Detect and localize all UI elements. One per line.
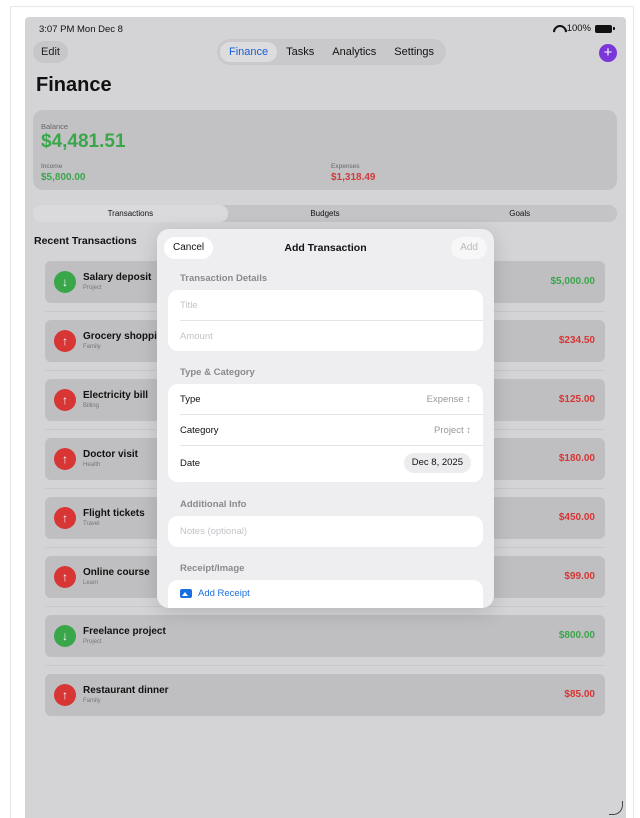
notes-field[interactable]: Notes (optional) [180, 516, 471, 546]
add-button[interactable]: + [599, 44, 617, 62]
transaction-category: Learn [83, 580, 99, 586]
row-divider [180, 445, 483, 446]
transaction-amount: $180.00 [558, 453, 595, 464]
transaction-title: Freelance project [83, 626, 166, 637]
resize-handle[interactable] [609, 801, 623, 815]
transaction-amount: $99.00 [564, 571, 595, 582]
additional-info-header: Additional Info [180, 499, 247, 510]
category-label: Category [180, 425, 219, 436]
battery-icon [595, 24, 615, 33]
transaction-category: Health [83, 462, 101, 468]
add-receipt-button[interactable]: Add Receipt [180, 588, 250, 599]
arrow-up-icon: ↑ [54, 389, 76, 411]
transaction-amount: $125.00 [558, 394, 595, 405]
transaction-title: Salary deposit [83, 272, 152, 283]
receipt-group: Add Receipt [168, 580, 483, 608]
battery-percent: 100% [566, 23, 591, 34]
transaction-title: Online course [83, 567, 150, 578]
table-row[interactable]: ↑ Restaurant dinner Family $85.00 [45, 674, 605, 716]
segment-transactions[interactable]: Transactions [33, 205, 228, 222]
section-segmented-control: Transactions Budgets Goals [33, 205, 617, 222]
add-receipt-label: Add Receipt [198, 588, 250, 599]
arrow-up-icon: ↑ [54, 507, 76, 529]
status-time: 3:07 PM Mon Dec 8 [39, 24, 123, 35]
transaction-category: Project [83, 285, 102, 291]
amount-field[interactable]: Amount [180, 321, 471, 351]
date-picker[interactable]: Dec 8, 2025 [403, 453, 471, 473]
date-row: Date Dec 8, 2025 [180, 448, 471, 478]
transaction-amount: $234.50 [558, 335, 595, 346]
top-tab-bar: Finance Tasks Analytics Settings [217, 39, 447, 65]
balance-label: Balance [41, 122, 69, 131]
sheet-title: Add Transaction [284, 242, 367, 254]
transaction-amount: $85.00 [564, 689, 595, 700]
add-transaction-sheet: Cancel Add Transaction Add Transaction D… [157, 229, 494, 608]
edit-button[interactable]: Edit [33, 41, 68, 63]
add-transaction-button[interactable]: Add [451, 237, 487, 259]
type-picker-row[interactable]: Type Expense ↕ [180, 384, 471, 414]
category-picker[interactable]: Project ↕ [434, 425, 471, 436]
recent-transactions-title: Recent Transactions [34, 235, 137, 247]
tab-analytics[interactable]: Analytics [323, 42, 385, 62]
transaction-details-header: Transaction Details [180, 273, 268, 284]
transaction-details-group: Title Amount [168, 290, 483, 351]
type-picker[interactable]: Expense ↕ [427, 394, 471, 405]
balance-card: Balance $4,481.51 Income $5,800.00 Expen… [33, 110, 617, 190]
transaction-title: Electricity bill [83, 390, 149, 401]
tab-finance[interactable]: Finance [220, 42, 278, 62]
type-category-header: Type & Category [180, 367, 255, 378]
transaction-category: Travel [83, 521, 100, 527]
tab-settings[interactable]: Settings [385, 42, 443, 62]
transaction-category: Family [83, 344, 101, 350]
row-divider [45, 665, 605, 666]
transaction-category: Project [83, 639, 102, 645]
segment-goals[interactable]: Goals [422, 205, 617, 222]
category-picker-row[interactable]: Category Project ↕ [180, 415, 471, 445]
status-indicators: 100% [553, 23, 615, 34]
tab-tasks[interactable]: Tasks [277, 42, 323, 62]
arrow-up-icon: ↑ [54, 448, 76, 470]
title-input[interactable]: Title [180, 300, 198, 311]
expenses-label: Expenses [331, 163, 360, 170]
expenses-value: $1,318.49 [331, 172, 376, 183]
transaction-title: Flight tickets [83, 508, 145, 519]
additional-info-group: Notes (optional) [168, 516, 483, 547]
transaction-category: Family [83, 698, 101, 704]
photo-icon [180, 589, 192, 598]
date-label: Date [180, 458, 201, 469]
notes-input[interactable]: Notes (optional) [180, 526, 247, 537]
transaction-amount: $450.00 [558, 512, 595, 523]
page-title: Finance [36, 74, 112, 96]
transaction-category: Billing [83, 403, 100, 409]
segment-budgets[interactable]: Budgets [228, 205, 423, 222]
table-row[interactable]: ↓ Freelance project Project $800.00 [45, 615, 605, 657]
balance-value: $4,481.51 [41, 131, 126, 152]
transaction-amount: $800.00 [558, 630, 595, 641]
transaction-title: Restaurant dinner [83, 685, 169, 696]
type-category-group: Type Expense ↕ Category Project ↕ Date D… [168, 384, 483, 482]
arrow-up-icon: ↑ [54, 566, 76, 588]
amount-input[interactable]: Amount [180, 331, 213, 342]
arrow-up-icon: ↑ [54, 330, 76, 352]
income-value: $5,800.00 [41, 172, 86, 183]
receipt-header: Receipt/Image [180, 563, 245, 574]
type-label: Type [180, 394, 201, 405]
income-label: Income [41, 163, 63, 170]
status-bar: 3:07 PM Mon Dec 8 100% [25, 17, 626, 39]
arrow-down-icon: ↓ [54, 271, 76, 293]
transaction-title: Doctor visit [83, 449, 139, 460]
arrow-up-icon: ↑ [54, 684, 76, 706]
wifi-icon [553, 25, 563, 33]
arrow-down-icon: ↓ [54, 625, 76, 647]
title-field[interactable]: Title [180, 290, 471, 320]
transaction-amount: $5,000.00 [550, 276, 596, 287]
